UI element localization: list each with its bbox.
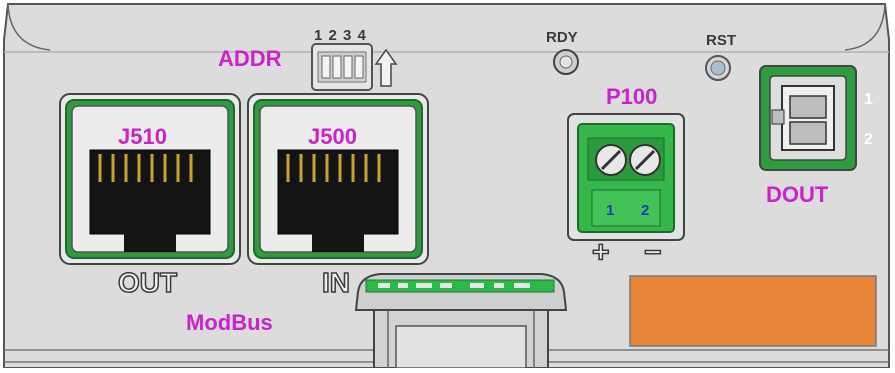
p100-label: P100 bbox=[606, 84, 657, 109]
dout-connector[interactable] bbox=[759, 65, 857, 171]
addr-label: ADDR bbox=[218, 46, 282, 71]
minus-label: − bbox=[644, 236, 662, 269]
j510-label: J510 bbox=[118, 124, 167, 149]
in-label: IN bbox=[322, 267, 350, 298]
screw-terminal-1-icon bbox=[595, 144, 627, 176]
orange-label-block bbox=[629, 275, 877, 347]
cable-gland bbox=[354, 273, 568, 369]
dip-switch-numbers: 1 2 3 4 bbox=[314, 27, 367, 44]
device-front-panel: 1 2 3 4 ADDR RDY RST J510 J500 OUT IN Mo… bbox=[0, 0, 895, 369]
terminal-pin-2-label: 2 bbox=[641, 202, 649, 219]
rdy-led bbox=[553, 49, 579, 75]
rj45-port-j500[interactable] bbox=[247, 93, 429, 265]
terminal-pin-1-label: 1 bbox=[606, 202, 614, 219]
rst-label: RST bbox=[706, 32, 736, 49]
out-label: OUT bbox=[118, 267, 177, 298]
plus-label: + bbox=[592, 236, 610, 269]
dout-pin-2-label: 2 bbox=[864, 131, 873, 148]
addr-dip-switch[interactable] bbox=[311, 43, 373, 91]
j500-label: J500 bbox=[308, 124, 357, 149]
modbus-label: ModBus bbox=[186, 310, 273, 335]
p100-terminal-block[interactable] bbox=[567, 113, 685, 241]
dout-label: DOUT bbox=[766, 182, 829, 207]
rdy-label: RDY bbox=[546, 29, 578, 46]
screw-terminal-2-icon bbox=[629, 144, 661, 176]
dout-pin-1-label: 1 bbox=[864, 91, 873, 108]
rj45-port-j510[interactable] bbox=[59, 93, 241, 265]
rst-button[interactable] bbox=[705, 55, 731, 81]
